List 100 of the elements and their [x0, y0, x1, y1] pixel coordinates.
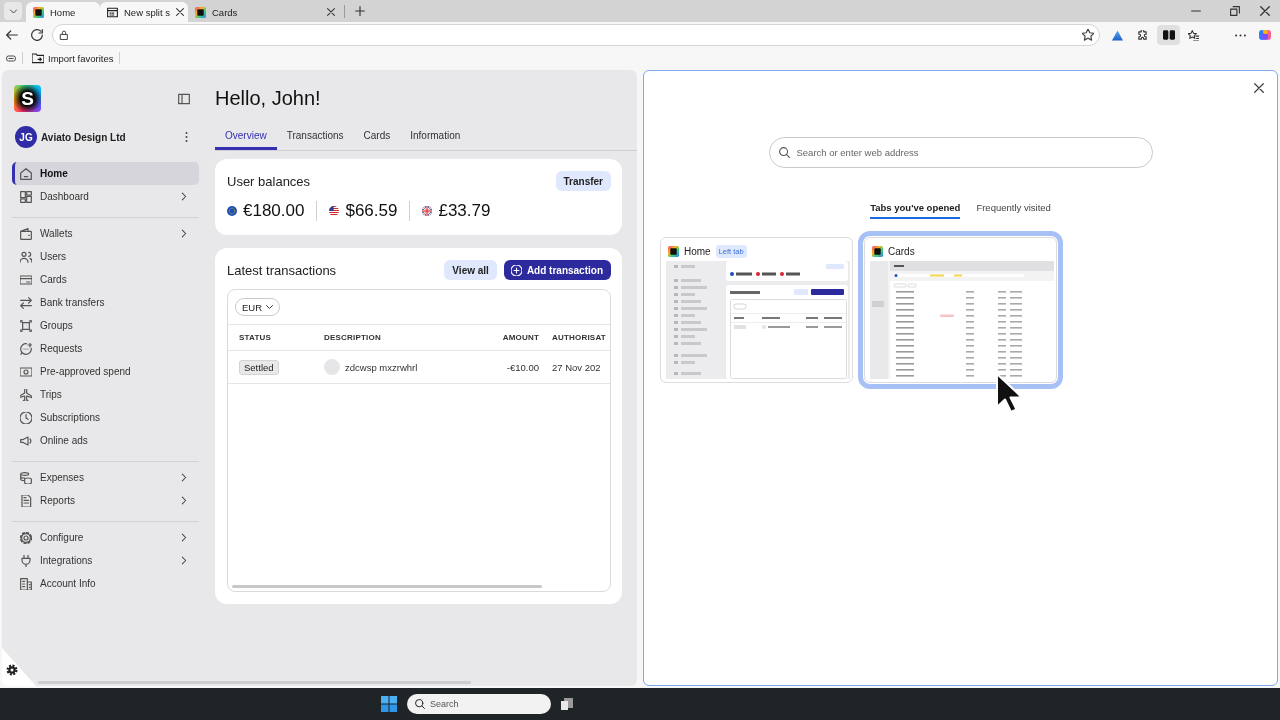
- date-text: 27 Nov 202: [552, 361, 601, 373]
- grid-icon: [20, 190, 32, 203]
- status-badge: Settled: [239, 359, 279, 375]
- greeting-heading: Hello, John!: [215, 86, 322, 110]
- nav-item[interactable]: Cards: [12, 268, 199, 291]
- tab[interactable]: Cards: [353, 124, 401, 150]
- split-view-button[interactable]: [1157, 25, 1180, 45]
- app-logo[interactable]: S: [14, 85, 41, 112]
- wallet-icon: [20, 227, 32, 240]
- settings-icon[interactable]: [2, 648, 36, 686]
- nav-item[interactable]: Users: [12, 245, 199, 268]
- import-favorites-button[interactable]: Import favorites: [32, 50, 114, 66]
- megaphone-icon: [20, 434, 32, 447]
- card-circle-icon: [20, 365, 32, 378]
- nav-item[interactable]: Configure: [12, 526, 199, 549]
- ribbon-logo-icon[interactable]: [1259, 30, 1271, 40]
- us-flag-icon: [329, 206, 340, 216]
- nav-item[interactable]: Expenses: [12, 466, 199, 489]
- triangle-icon[interactable]: [1112, 29, 1123, 41]
- browser-tab[interactable]: Cards: [188, 2, 342, 22]
- users-icon: [20, 250, 32, 263]
- close-icon[interactable]: [1260, 6, 1270, 16]
- plug-icon: [20, 554, 32, 567]
- column-header: DESCRIPTION: [324, 333, 381, 342]
- tab[interactable]: Tabs you've opened: [870, 197, 961, 219]
- search-field[interactable]: Search: [407, 694, 551, 714]
- column-header: AUTHORISAT: [552, 333, 606, 342]
- balance-amount: €180.00: [243, 201, 305, 221]
- app-favicon-icon: [33, 6, 44, 18]
- nav-item[interactable]: Dashboard: [12, 185, 199, 208]
- organization-name: Aviato Design Ltd: [41, 131, 126, 143]
- tab[interactable]: Transactions: [276, 124, 354, 150]
- address-field[interactable]: [52, 24, 1100, 46]
- clock-icon: [20, 411, 32, 424]
- favorites-icon[interactable]: [1188, 29, 1199, 41]
- chevron-down-icon: [266, 305, 274, 309]
- back-icon[interactable]: [6, 29, 18, 41]
- close-icon[interactable]: [1254, 83, 1264, 93]
- amount-text: -€10.00: [506, 361, 539, 373]
- app-favicon-icon: [668, 245, 679, 257]
- gear-icon: [20, 531, 32, 544]
- add-transaction-button[interactable]: Add transaction: [503, 260, 611, 280]
- chat-plus-icon: [20, 342, 32, 355]
- nav-item[interactable]: Wallets: [12, 222, 199, 245]
- nav-item[interactable]: Requests: [12, 337, 199, 360]
- nav-item[interactable]: Groups: [12, 314, 199, 337]
- airplane-icon: [20, 388, 32, 401]
- search-field[interactable]: Search or enter web address: [768, 137, 1153, 168]
- home-icon: [20, 167, 32, 180]
- horizontal-scrollbar[interactable]: [232, 585, 542, 588]
- app-favicon-icon: [195, 6, 206, 18]
- card-title: User balances: [227, 173, 311, 189]
- window-grid-icon: [107, 6, 118, 18]
- nav-item[interactable]: Online ads: [12, 429, 199, 452]
- plus-icon[interactable]: [355, 6, 365, 16]
- app-favicon-icon: [872, 245, 883, 257]
- tab[interactable]: Information: [400, 124, 471, 150]
- more-icon[interactable]: [1235, 33, 1246, 37]
- coins-icon: [20, 471, 32, 484]
- pill-icon[interactable]: [6, 54, 16, 62]
- nav-item[interactable]: Subscriptions: [12, 406, 199, 429]
- nav-item[interactable]: Trips: [12, 383, 199, 406]
- transfer-button[interactable]: Transfer: [555, 171, 611, 191]
- star-icon[interactable]: [1082, 29, 1094, 41]
- nav-item[interactable]: Pre-approved spend: [12, 360, 199, 383]
- nav-item[interactable]: Reports: [12, 489, 199, 512]
- frame-icon: [20, 319, 32, 332]
- nav-item[interactable]: Account Info: [12, 572, 199, 595]
- column-header: AMOUNT: [502, 333, 539, 342]
- plus-circle-icon: [510, 264, 522, 276]
- refresh-icon[interactable]: [31, 29, 43, 41]
- description-text: zdcwsp mxzrwhrl: [345, 361, 418, 373]
- task-view-icon[interactable]: [561, 698, 573, 710]
- puzzle-icon[interactable]: [1137, 29, 1148, 41]
- kebab-menu-icon[interactable]: [185, 132, 188, 142]
- building-icon: [20, 577, 32, 590]
- tab[interactable]: Overview: [215, 124, 277, 150]
- eu-flag-icon: [227, 206, 237, 216]
- sidebar-toggle-icon[interactable]: [178, 92, 190, 105]
- browser-tab[interactable]: New split s: [100, 2, 188, 22]
- nav-item[interactable]: Integrations: [12, 549, 199, 572]
- credit-card-icon: [20, 273, 32, 286]
- close-icon[interactable]: [327, 8, 335, 16]
- balance-amount: £33.79: [438, 201, 491, 221]
- view-all-button[interactable]: View all: [444, 260, 497, 280]
- start-icon[interactable]: [381, 696, 397, 712]
- lock-icon[interactable]: [59, 30, 69, 40]
- close-icon[interactable]: [175, 8, 184, 16]
- browser-tab[interactable]: Home: [26, 2, 100, 22]
- folder-icon: [32, 52, 44, 64]
- nav-item[interactable]: Bank transfers: [12, 291, 199, 314]
- nav-item[interactable]: Home: [12, 162, 199, 185]
- transfer-arrows-icon: [20, 296, 32, 309]
- column-header: STATUS: [239, 333, 271, 342]
- uk-flag-icon: [422, 206, 433, 216]
- balance-amount: $66.59: [345, 201, 398, 221]
- tab[interactable]: Frequently visited: [976, 197, 1051, 219]
- card-title: Latest transactions: [227, 262, 337, 278]
- split-screen-icon: [1162, 29, 1175, 41]
- restore-icon[interactable]: [1230, 6, 1240, 16]
